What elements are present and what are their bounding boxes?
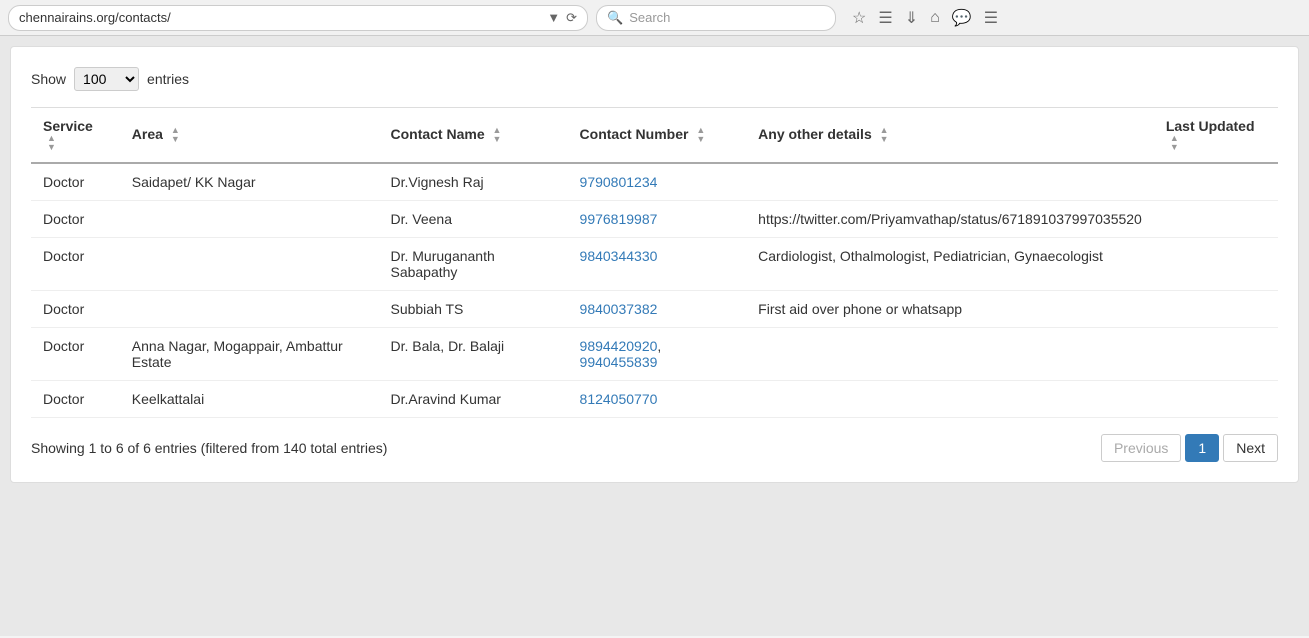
url-dropdown-icon[interactable]: ▼ <box>547 10 560 25</box>
url-bar[interactable]: chennairains.org/contacts/ ▼ ⟳ <box>8 5 588 31</box>
pagination-area: Showing 1 to 6 of 6 entries (filtered fr… <box>31 434 1278 462</box>
showing-text: Showing 1 to 6 of 6 entries (filtered fr… <box>31 440 387 456</box>
download-icon[interactable]: ⇓ <box>905 8 918 28</box>
reader-icon[interactable]: ☰ <box>878 8 892 28</box>
search-bar[interactable]: 🔍 Search <box>596 5 836 31</box>
cell-other_details <box>746 381 1154 418</box>
cell-contact_name: Dr.Vignesh Raj <box>378 163 567 201</box>
home-icon[interactable]: ⌂ <box>930 9 940 27</box>
table-row: Doctor Dr. Veena 9976819987 https://twitter… <box>31 201 1278 238</box>
cell-contact_number: 9976819987 <box>568 201 747 238</box>
phone-link[interactable]: 9840344330 <box>580 248 658 264</box>
search-icon: 🔍 <box>607 10 623 26</box>
sort-arrows-contact-number: ▲▼ <box>696 126 705 144</box>
show-label: Show <box>31 71 66 87</box>
entries-select[interactable]: 100 25 50 <box>74 67 139 91</box>
cell-service: Doctor <box>31 163 120 201</box>
table-row: DoctorSaidapet/ KK NagarDr.Vignesh Raj 97… <box>31 163 1278 201</box>
cell-area <box>120 291 379 328</box>
cell-service: Doctor <box>31 201 120 238</box>
cell-contact_name: Dr. Veena <box>378 201 567 238</box>
cell-contact_number: 9894420920, 9940455839 <box>568 328 747 381</box>
cell-last_updated <box>1154 291 1278 328</box>
cell-contact_name: Dr. Bala, Dr. Balaji <box>378 328 567 381</box>
table-header-row: Service ▲▼ Area ▲▼ Contact Name ▲▼ Conta… <box>31 108 1278 164</box>
previous-button[interactable]: Previous <box>1101 434 1181 462</box>
table-row: Doctor Subbiah TS 9840037382 First aid over… <box>31 291 1278 328</box>
show-entries-row: Show 100 25 50 entries <box>31 67 1278 91</box>
phone-link[interactable]: 8124050770 <box>580 391 658 407</box>
sort-arrows-service: ▲▼ <box>47 134 56 152</box>
pagination-buttons: Previous 1 Next <box>1101 434 1278 462</box>
page-1-button[interactable]: 1 <box>1185 434 1219 462</box>
url-text: chennairains.org/contacts/ <box>19 10 543 25</box>
search-placeholder: Search <box>629 10 670 25</box>
content-box: Show 100 25 50 entries Service ▲▼ Area ▲… <box>10 46 1299 483</box>
phone-link[interactable]: 9840037382 <box>580 301 658 317</box>
cell-contact_number: 8124050770 <box>568 381 747 418</box>
col-last-updated[interactable]: Last Updated ▲▼ <box>1154 108 1278 164</box>
cell-last_updated <box>1154 163 1278 201</box>
col-service[interactable]: Service ▲▼ <box>31 108 120 164</box>
cell-last_updated <box>1154 238 1278 291</box>
cell-last_updated <box>1154 381 1278 418</box>
cell-contact_name: Subbiah TS <box>378 291 567 328</box>
cell-other_details: https://twitter.com/Priyamvathap/status/… <box>746 201 1154 238</box>
cell-contact_number: 9840344330 <box>568 238 747 291</box>
contacts-table: Service ▲▼ Area ▲▼ Contact Name ▲▼ Conta… <box>31 107 1278 418</box>
table-row: DoctorAnna Nagar, Mogappair, Ambattur Es… <box>31 328 1278 381</box>
cell-contact_name: Dr.Aravind Kumar <box>378 381 567 418</box>
table-row: Doctor Dr. Murugananth Sabapathy 984034433… <box>31 238 1278 291</box>
sort-arrows-other-details: ▲▼ <box>880 126 889 144</box>
browser-bar: chennairains.org/contacts/ ▼ ⟳ 🔍 Search … <box>0 0 1309 36</box>
phone-link[interactable]: 9940455839 <box>580 354 658 370</box>
cell-last_updated <box>1154 201 1278 238</box>
cell-other_details: First aid over phone or whatsapp <box>746 291 1154 328</box>
page-wrapper: Show 100 25 50 entries Service ▲▼ Area ▲… <box>0 36 1309 636</box>
phone-link[interactable]: 9976819987 <box>580 211 658 227</box>
bookmark-icon[interactable]: ☆ <box>852 8 866 28</box>
cell-contact_number: 9840037382 <box>568 291 747 328</box>
table-row: DoctorKeelkattalaiDr.Aravind Kumar 812405… <box>31 381 1278 418</box>
cell-other_details <box>746 328 1154 381</box>
cell-area <box>120 238 379 291</box>
cell-other_details: Cardiologist, Othalmologist, Pediatricia… <box>746 238 1154 291</box>
cell-last_updated <box>1154 328 1278 381</box>
entries-label: entries <box>147 71 189 87</box>
cell-service: Doctor <box>31 328 120 381</box>
cell-service: Doctor <box>31 238 120 291</box>
cell-service: Doctor <box>31 291 120 328</box>
col-contact-name[interactable]: Contact Name ▲▼ <box>378 108 567 164</box>
menu-icon[interactable]: ☰ <box>984 8 998 28</box>
phone-link[interactable]: 9894420920 <box>580 338 658 354</box>
cell-other_details <box>746 163 1154 201</box>
browser-icons: ☆ ☰ ⇓ ⌂ 💬 ☰ <box>852 8 998 28</box>
phone-link[interactable]: 9790801234 <box>580 174 658 190</box>
col-other-details[interactable]: Any other details ▲▼ <box>746 108 1154 164</box>
cell-contact_number: 9790801234 <box>568 163 747 201</box>
sort-arrows-area: ▲▼ <box>171 126 180 144</box>
cell-area: Keelkattalai <box>120 381 379 418</box>
cell-area <box>120 201 379 238</box>
cell-service: Doctor <box>31 381 120 418</box>
cell-area: Anna Nagar, Mogappair, Ambattur Estate <box>120 328 379 381</box>
cell-area: Saidapet/ KK Nagar <box>120 163 379 201</box>
chat-icon[interactable]: 💬 <box>952 8 972 28</box>
col-contact-number[interactable]: Contact Number ▲▼ <box>568 108 747 164</box>
table-body: DoctorSaidapet/ KK NagarDr.Vignesh Raj97… <box>31 163 1278 418</box>
sort-arrows-last-updated: ▲▼ <box>1170 134 1179 152</box>
col-area[interactable]: Area ▲▼ <box>120 108 379 164</box>
next-button[interactable]: Next <box>1223 434 1278 462</box>
cell-contact_name: Dr. Murugananth Sabapathy <box>378 238 567 291</box>
reload-icon[interactable]: ⟳ <box>566 10 577 26</box>
sort-arrows-contact-name: ▲▼ <box>493 126 502 144</box>
